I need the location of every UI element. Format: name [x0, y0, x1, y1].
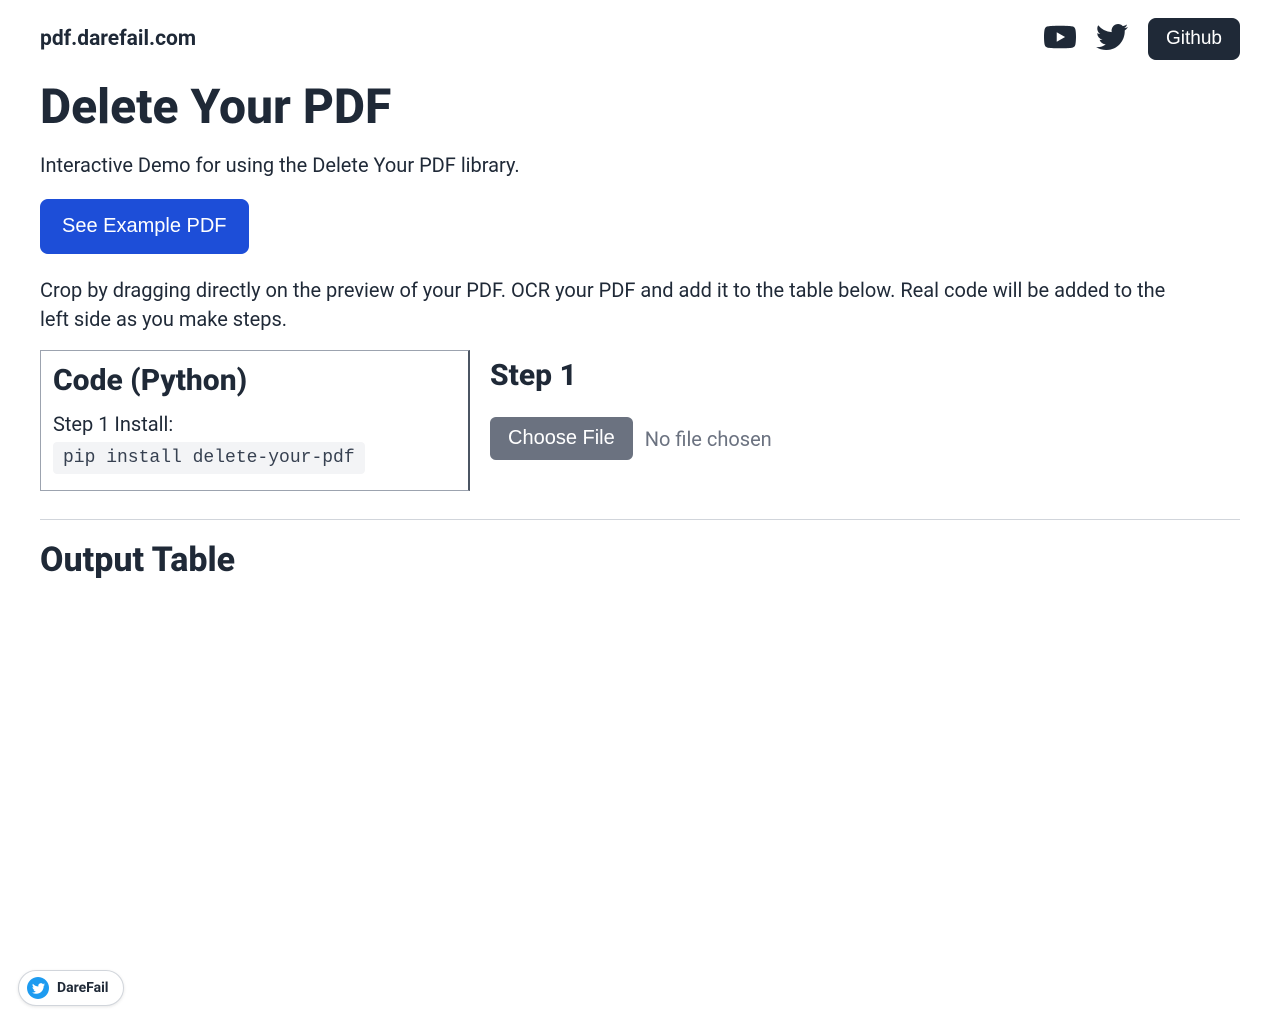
file-input-row: Choose File No file chosen — [490, 417, 1240, 460]
youtube-icon — [1044, 21, 1076, 53]
two-column-layout: Code (Python) Step 1 Install: pip instal… — [40, 350, 1240, 491]
code-panel-heading: Code (Python) — [53, 363, 452, 398]
output-table-heading: Output Table — [40, 540, 1240, 580]
page-title: Delete Your PDF — [40, 78, 1240, 135]
youtube-link[interactable] — [1044, 21, 1076, 57]
github-button[interactable]: Github — [1148, 18, 1240, 60]
step-heading: Step 1 — [490, 358, 1240, 393]
code-panel: Code (Python) Step 1 Install: pip instal… — [40, 350, 470, 491]
file-status-text: No file chosen — [645, 427, 772, 451]
twitter-icon — [32, 982, 45, 995]
site-name[interactable]: pdf.darefail.com — [40, 27, 196, 51]
section-divider — [40, 519, 1240, 520]
darefail-badge[interactable]: DareFail — [18, 970, 124, 1006]
instructions-text: Crop by dragging directly on the preview… — [40, 276, 1190, 334]
twitter-icon — [1096, 21, 1128, 53]
twitter-badge-icon — [27, 977, 49, 999]
install-label: Step 1 Install: — [53, 412, 452, 436]
nav-right: Github — [1044, 18, 1240, 60]
install-command: pip install delete-your-pdf — [53, 442, 365, 474]
twitter-link[interactable] — [1096, 21, 1128, 57]
subtitle: Interactive Demo for using the Delete Yo… — [40, 153, 1240, 177]
step-panel: Step 1 Choose File No file chosen — [490, 350, 1240, 491]
badge-text: DareFail — [57, 980, 109, 996]
header: pdf.darefail.com Github — [40, 18, 1240, 60]
see-example-pdf-button[interactable]: See Example PDF — [40, 199, 249, 254]
choose-file-button[interactable]: Choose File — [490, 417, 633, 460]
